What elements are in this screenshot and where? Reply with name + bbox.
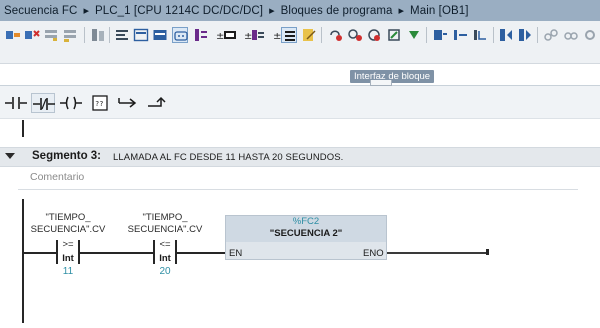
close-branch-icon[interactable]	[145, 93, 169, 113]
append-row-icon[interactable]	[62, 27, 78, 43]
wire	[177, 252, 225, 254]
breadcrumb-item-project[interactable]: Secuencia FC	[4, 5, 77, 17]
compare2-operand-line2: SECUENCIA".CV	[127, 224, 203, 235]
toolbar-separator	[493, 27, 494, 43]
compare2-operator: <=	[159, 239, 171, 250]
collapse-segment-icon[interactable]	[5, 153, 15, 159]
operand-display-icon[interactable]	[250, 27, 266, 43]
back-icon[interactable]	[498, 27, 514, 43]
comment-icon[interactable]	[193, 27, 209, 43]
open-all-networks-icon[interactable]	[152, 27, 168, 43]
compare1-operator: >=	[62, 239, 74, 250]
segment-comment-field[interactable]	[18, 168, 578, 190]
wire	[387, 252, 487, 254]
watch-icon[interactable]	[543, 27, 559, 43]
compare1-value[interactable]: 11	[55, 266, 81, 277]
svg-text:??: ??	[95, 100, 103, 108]
toolbar-separator	[537, 27, 538, 43]
delete-network-icon[interactable]	[24, 27, 40, 43]
absolute-operands-icon[interactable]	[114, 27, 130, 43]
breadcrumb-separator: ▸	[269, 5, 275, 17]
fc-en-pin[interactable]: EN	[229, 248, 242, 259]
compare1-type[interactable]: Int	[55, 253, 81, 264]
forward-icon[interactable]	[517, 27, 533, 43]
wire-end-marker	[486, 249, 489, 255]
breadcrumb-item-program-blocks[interactable]: Bloques de programa	[281, 5, 393, 17]
normally-open-contact-icon[interactable]	[4, 93, 28, 113]
symbol-info-icon[interactable]	[281, 27, 297, 43]
breadcrumb-separator: ▸	[83, 5, 89, 17]
toolbar-separator	[426, 27, 427, 43]
breadcrumb-separator: ▸	[398, 5, 405, 17]
chevron-down-icon[interactable]: ±	[239, 27, 252, 43]
next-error-icon[interactable]	[386, 27, 402, 43]
toolbar-separator	[321, 27, 322, 43]
previous-error-icon[interactable]	[406, 27, 422, 43]
compare1-operand-line1: "TIEMPO_	[45, 212, 91, 223]
segment-title: Segmento 3:	[32, 150, 102, 162]
clear-comment-icon[interactable]	[347, 27, 363, 43]
compare2-type[interactable]: Int	[152, 253, 178, 264]
compare2-operand[interactable]: "TIEMPO_ SECUENCIA".CV	[115, 212, 215, 236]
insert-network-icon[interactable]	[5, 27, 21, 43]
close-all-networks-icon[interactable]	[172, 27, 188, 43]
upload-icon[interactable]	[452, 27, 468, 43]
network-view-icon[interactable]	[133, 27, 149, 43]
block-interface-label[interactable]: Interfaz de bloque	[350, 70, 435, 83]
wire	[24, 252, 56, 254]
insert-row-icon[interactable]	[43, 27, 59, 43]
compare-blocks-icon[interactable]	[90, 27, 106, 43]
fc-instance: %FC2	[292, 216, 320, 227]
favorites-toggle-icon[interactable]	[222, 27, 238, 43]
compare2-operand-line1: "TIEMPO_	[142, 212, 188, 223]
breadcrumb-item-plc[interactable]: PLC_1 [CPU 1214C DC/DC/DC]	[95, 5, 263, 17]
output-coil-icon[interactable]	[59, 93, 83, 113]
chevron-down-icon[interactable]: ±	[211, 27, 224, 43]
toolbar-separator	[109, 27, 110, 43]
block-interface-bar[interactable]	[0, 64, 600, 86]
toolbar-separator	[84, 27, 85, 43]
tag-info-icon[interactable]	[301, 27, 317, 43]
power-rail-previous-segment	[22, 120, 24, 137]
settings-icon[interactable]	[582, 27, 598, 43]
step-icon[interactable]	[472, 27, 488, 43]
wire	[80, 252, 153, 254]
download-icon[interactable]	[432, 27, 448, 43]
breadcrumb-item-main-ob1[interactable]: Main [OB1]	[410, 5, 469, 17]
compare1-operand-line2: SECUENCIA".CV	[30, 224, 106, 235]
glasses-icon[interactable]	[563, 27, 579, 43]
fc-name[interactable]: "SECUENCIA 2"	[225, 228, 387, 239]
empty-box-icon[interactable]: ??	[88, 93, 112, 113]
compare1-operand[interactable]: "TIEMPO_ SECUENCIA".CV	[18, 212, 118, 236]
breadcrumb: Secuencia FC ▸ PLC_1 [CPU 1214C DC/DC/DC…	[0, 0, 600, 21]
go-to-error-icon[interactable]	[366, 27, 382, 43]
fc-eno-pin[interactable]: ENO	[363, 248, 384, 259]
normally-closed-contact-icon[interactable]	[31, 93, 55, 113]
open-branch-icon[interactable]	[116, 93, 140, 113]
segment-comment-placeholder: Comentario	[30, 171, 85, 183]
compare2-value[interactable]: 20	[152, 266, 178, 277]
delete-comment-icon[interactable]	[328, 27, 344, 43]
segment-description[interactable]: LLAMADA AL FC DESDE 11 HASTA 20 SEGUNDOS…	[113, 152, 343, 163]
chevron-down-icon[interactable]: ±	[268, 27, 281, 43]
